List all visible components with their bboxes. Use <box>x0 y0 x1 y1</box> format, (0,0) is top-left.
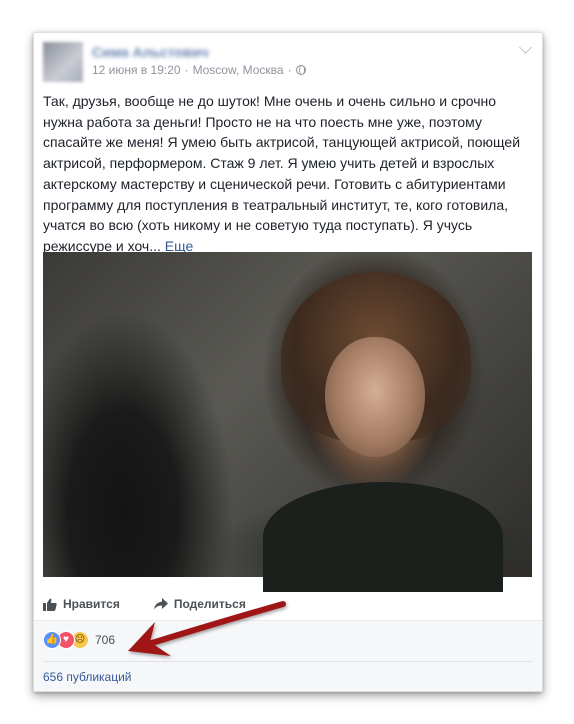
share-label: Поделиться <box>173 597 246 611</box>
post-card: Сима Альстович 12 июня в 19:20 · Moscow,… <box>33 32 543 692</box>
reactions-summary[interactable]: 👍 ♥ ☹ 706 <box>43 631 115 649</box>
post-location[interactable]: Moscow, Москва <box>193 63 284 77</box>
post-actions: Нравится Поделиться <box>43 597 246 611</box>
reaction-count: 706 <box>95 633 116 647</box>
post-meta: 12 июня в 19:20 · Moscow, Москва · <box>92 63 306 77</box>
like-reaction-icon: 👍 <box>43 631 61 649</box>
like-label: Нравится <box>63 597 120 611</box>
meta-separator: · <box>287 63 292 77</box>
post-date[interactable]: 12 июня в 19:20 <box>92 63 181 77</box>
reactions-bar: 👍 ♥ ☹ 706 656 публикаций <box>34 620 542 691</box>
photo-face-shape <box>325 337 425 457</box>
share-button[interactable]: Поделиться <box>153 597 246 611</box>
shares-count-link[interactable]: 656 публикаций <box>43 670 132 684</box>
post-body: Так, друзья, вообще не до шуток! Мне оче… <box>43 93 521 254</box>
photo-shoulder-shape <box>263 482 503 592</box>
meta-separator: · <box>184 63 189 77</box>
globe-icon[interactable] <box>295 65 306 75</box>
divider <box>43 661 533 662</box>
chevron-down-icon[interactable] <box>519 41 532 54</box>
like-button[interactable]: Нравится <box>43 597 120 611</box>
share-arrow-icon <box>153 598 168 610</box>
post-text: Так, друзья, вообще не до шуток! Мне оче… <box>43 91 533 257</box>
thumbs-up-icon <box>43 598 57 611</box>
author-name[interactable]: Сима Альстович <box>92 44 209 60</box>
post-photo[interactable] <box>43 252 532 592</box>
author-avatar[interactable] <box>43 42 83 82</box>
